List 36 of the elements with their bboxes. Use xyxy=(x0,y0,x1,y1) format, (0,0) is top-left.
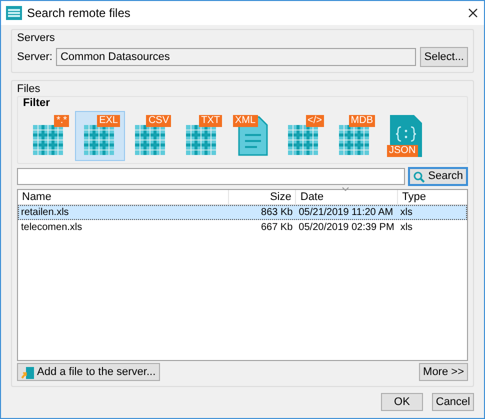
file-type-badge: *.* xyxy=(54,115,69,127)
table-cell-text: 05/21/2019 11:20 AM xyxy=(298,206,394,219)
cancel-button[interactable]: Cancel xyxy=(432,393,474,411)
table-cell-text: 863 Kb xyxy=(260,206,294,219)
column-header[interactable]: Type xyxy=(398,190,468,205)
field-label: Server: xyxy=(17,50,52,65)
ok-button[interactable]: OK xyxy=(381,393,423,411)
window-title: Search remote files xyxy=(27,5,132,22)
search-button[interactable]: Search xyxy=(408,167,468,186)
server-field[interactable]: Common Datasources xyxy=(56,48,416,66)
search-field[interactable] xyxy=(17,168,406,185)
group-label: Servers xyxy=(17,31,56,45)
table-cell-text: telecomen.xls xyxy=(20,221,84,234)
select-button[interactable]: Select... xyxy=(420,47,468,67)
group-label: Files xyxy=(17,82,42,96)
app-icon xyxy=(6,6,22,20)
close-icon[interactable] xyxy=(468,8,478,18)
upload-file-icon xyxy=(21,366,34,378)
table-cell-text: 05/20/2019 02:39 PM xyxy=(298,221,396,234)
table-cell-text: retailen.xls xyxy=(20,206,70,219)
file-type-badge: JSON xyxy=(387,145,418,157)
more-button[interactable]: More >> xyxy=(419,363,468,381)
file-type-badge: TXT xyxy=(199,115,222,127)
table-cell-text: xls xyxy=(399,206,414,219)
add-file-button[interactable]: Add a file to the server... xyxy=(17,363,160,381)
file-row[interactable]: telecomen.xls 667 Kb 05/20/2019 02:39 PM xls xyxy=(18,220,467,235)
file-type-badge: MDB xyxy=(348,115,375,127)
file-row[interactable]: retailen.xls 863 Kb 05/21/2019 11:20 AM xls xyxy=(18,205,467,220)
group-label: Filter xyxy=(23,97,51,110)
file-type-badge: </> xyxy=(306,115,324,127)
file-type-badge: XML xyxy=(233,115,258,127)
search-icon xyxy=(413,170,426,182)
table-cell-text: xls xyxy=(399,221,414,234)
file-type-badge: EXL xyxy=(97,115,120,127)
table-cell-text: 667 Kb xyxy=(260,221,294,234)
file-type-badge: CSV xyxy=(146,115,171,127)
